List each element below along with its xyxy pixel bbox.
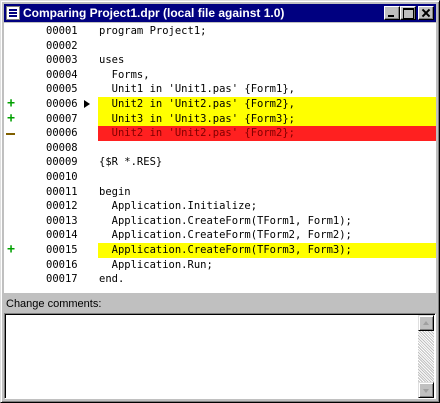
code-text: end. <box>99 273 125 286</box>
line-number: 00012 <box>46 200 78 213</box>
code-text: Application.CreateForm(TForm2, Form2); <box>99 229 352 242</box>
title-bar[interactable]: Comparing Project1.dpr (local file again… <box>4 4 436 22</box>
line-number: 00011 <box>46 185 78 198</box>
window-title: Comparing Project1.dpr (local file again… <box>23 6 285 20</box>
document-icon[interactable] <box>6 6 20 20</box>
code-text: begin <box>99 185 131 198</box>
window-controls <box>384 6 434 20</box>
code-line[interactable]: 00014 Application.CreateForm(TForm2, For… <box>4 228 436 243</box>
code-text: Application.CreateForm(TForm3, Form3); <box>98 243 436 258</box>
code-line[interactable]: 00004 Forms, <box>4 68 436 83</box>
scroll-up-arrow-icon <box>423 321 429 325</box>
minus-icon <box>4 126 18 141</box>
line-number: 00006 <box>46 127 78 140</box>
code-line[interactable]: 00016 Application.Run; <box>4 258 436 273</box>
code-line[interactable]: 00006 Unit2 in 'Unit2.pas' {Form2}; <box>4 126 436 141</box>
change-comments-label: Change comments: <box>6 298 102 310</box>
line-number: 00015 <box>46 244 78 256</box>
scroll-down-arrow-icon <box>423 389 429 393</box>
code-text: Forms, <box>99 68 150 81</box>
line-number: 00013 <box>46 214 78 227</box>
close-button[interactable] <box>418 6 434 20</box>
line-number: 00007 <box>46 112 78 125</box>
plus-icon: + <box>7 110 15 126</box>
code-line[interactable]: 00008 <box>4 141 436 156</box>
line-number: 00014 <box>46 229 78 242</box>
code-text: program Project1; <box>99 25 207 37</box>
line-number: 00016 <box>46 258 78 271</box>
code-text: Application.Run; <box>99 258 213 271</box>
code-text: Unit2 in 'Unit2.pas' {Form2}, <box>98 97 436 112</box>
scroll-down-button[interactable] <box>418 382 434 398</box>
code-text: Unit2 in 'Unit2.pas' {Form2}; <box>98 126 436 141</box>
code-line[interactable]: 00009 {$R *.RES} <box>4 155 436 170</box>
scroll-up-button[interactable] <box>418 315 434 331</box>
code-text: Unit3 in 'Unit3.pas' {Form3}; <box>98 111 436 127</box>
change-comments-field[interactable] <box>4 313 436 399</box>
code-line[interactable]: +00006 Unit2 in 'Unit2.pas' {Form2}, <box>4 96 436 112</box>
line-number: 00004 <box>46 68 78 81</box>
code-line[interactable]: 00012 Application.Initialize; <box>4 199 436 214</box>
code-line[interactable]: 00013 Application.CreateForm(TForm1, For… <box>4 214 436 229</box>
current-line-arrow-icon <box>84 100 90 108</box>
code-text: Application.Initialize; <box>99 200 258 213</box>
code-line[interactable]: +00007 Unit3 in 'Unit3.pas' {Form3}; <box>4 110 436 127</box>
code-line[interactable]: 00010 <box>4 170 436 185</box>
plus-icon: + <box>7 96 15 111</box>
line-number: 00008 <box>46 141 78 154</box>
line-number: 00002 <box>46 39 78 52</box>
maximize-button[interactable] <box>400 6 416 20</box>
minimize-button[interactable] <box>384 6 400 20</box>
comments-scrollbar[interactable] <box>418 315 434 398</box>
code-text: {$R *.RES} <box>99 156 163 169</box>
line-number: 00017 <box>46 273 78 286</box>
code-text: uses <box>99 54 125 67</box>
line-number: 00001 <box>46 25 78 37</box>
code-text: Unit1 in 'Unit1.pas' {Form1}, <box>99 83 295 96</box>
code-line[interactable]: 00011 begin <box>4 185 436 200</box>
code-line[interactable]: 00003 uses <box>4 53 436 68</box>
line-number: 00006 <box>46 98 78 110</box>
code-line[interactable]: +00015 Application.CreateForm(TForm3, Fo… <box>4 242 436 258</box>
compare-window: Comparing Project1.dpr (local file again… <box>0 0 440 403</box>
diff-code-view[interactable]: 00001 program Project1; 00002 00003 uses 0000… <box>4 23 436 293</box>
line-number: 00009 <box>46 156 78 169</box>
line-number: 00003 <box>46 54 78 67</box>
code-text: Application.CreateForm(TForm1, Form1); <box>99 214 352 227</box>
plus-icon: + <box>7 242 15 257</box>
code-line[interactable]: 00002 <box>4 39 436 54</box>
line-number: 00005 <box>46 83 78 96</box>
code-line[interactable]: 00017 end. <box>4 272 436 287</box>
line-number: 00010 <box>46 171 78 183</box>
code-line[interactable]: 00005 Unit1 in 'Unit1.pas' {Form1}, <box>4 82 436 97</box>
code-line[interactable]: 00001 program Project1; <box>4 24 436 39</box>
